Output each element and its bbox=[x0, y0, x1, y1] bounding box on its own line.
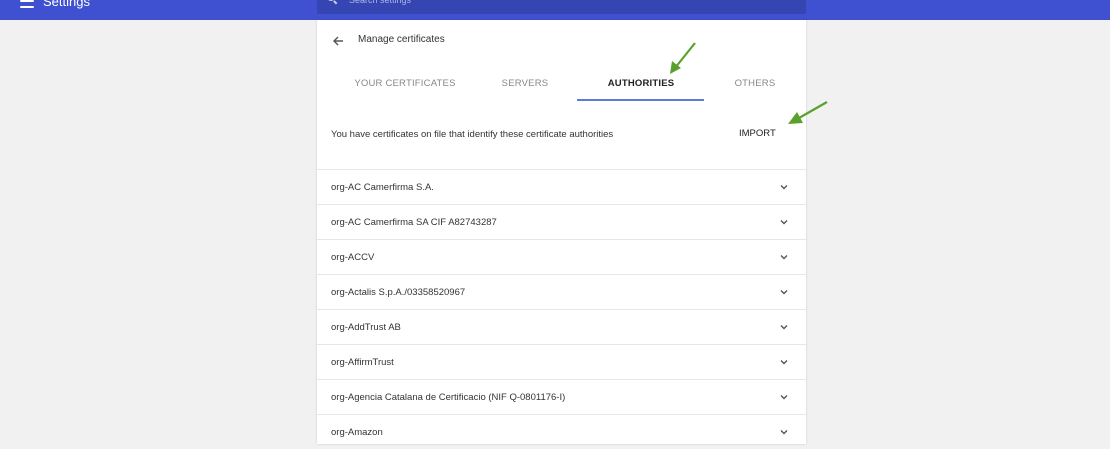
certificate-tabs: YOUR CERTIFICATES SERVERS AUTHORITIES OT… bbox=[317, 72, 806, 101]
list-item[interactable]: org-AC Camerfirma S.A. bbox=[317, 169, 806, 204]
green-arrow-annotation bbox=[670, 42, 696, 74]
list-item[interactable]: org-AC Camerfirma SA CIF A82743287 bbox=[317, 204, 806, 239]
authorities-description: You have certificates on file that ident… bbox=[331, 129, 614, 140]
green-arrow-annotation bbox=[788, 101, 828, 124]
arrow-back-icon[interactable] bbox=[331, 34, 345, 48]
chevron-down-icon[interactable] bbox=[778, 287, 790, 297]
page-title: Manage certificates bbox=[358, 34, 445, 45]
app-title: Settings bbox=[43, 0, 90, 9]
chevron-down-icon[interactable] bbox=[778, 357, 790, 367]
list-item[interactable]: org-ACCV bbox=[317, 239, 806, 274]
authority-name: org-AC Camerfirma S.A. bbox=[331, 182, 434, 193]
authority-name: org-AC Camerfirma SA CIF A82743287 bbox=[331, 217, 497, 228]
manage-certificates-panel: Manage certificates YOUR CERTIFICATES SE… bbox=[317, 20, 806, 444]
list-item[interactable]: org-Agencia Catalana de Certificacio (NI… bbox=[317, 379, 806, 414]
list-item[interactable]: org-AffirmTrust bbox=[317, 344, 806, 379]
authority-name: org-Amazon bbox=[331, 427, 383, 438]
authority-name: org-Actalis S.p.A./03358520967 bbox=[331, 287, 466, 298]
search-bar[interactable] bbox=[317, 0, 806, 14]
authority-name: org-ACCV bbox=[331, 252, 375, 263]
tab-authorities[interactable]: AUTHORITIES bbox=[603, 78, 679, 89]
authorities-list: org-AC Camerfirma S.A. org-AC Camerfirma … bbox=[317, 169, 806, 449]
list-item[interactable]: org-AddTrust AB bbox=[317, 309, 806, 344]
chevron-down-icon[interactable] bbox=[778, 427, 790, 437]
chevron-down-icon[interactable] bbox=[778, 252, 790, 262]
tab-your-certificates[interactable]: YOUR CERTIFICATES bbox=[351, 78, 459, 89]
search-icon bbox=[327, 0, 335, 1]
authority-name: org-Agencia Catalana de Certificacio (NI… bbox=[331, 392, 566, 403]
chevron-down-icon[interactable] bbox=[778, 322, 790, 332]
tab-servers[interactable]: SERVERS bbox=[497, 78, 553, 89]
chevron-down-icon[interactable] bbox=[778, 392, 790, 402]
tab-others[interactable]: OTHERS bbox=[730, 78, 780, 89]
authority-name: org-AffirmTrust bbox=[331, 357, 394, 368]
chevron-down-icon[interactable] bbox=[778, 217, 790, 227]
import-button[interactable]: IMPORT bbox=[739, 128, 776, 139]
search-input[interactable] bbox=[349, 0, 649, 6]
active-tab-indicator bbox=[577, 99, 704, 101]
chevron-down-icon[interactable] bbox=[778, 182, 790, 192]
list-item[interactable]: org-Actalis S.p.A./03358520967 bbox=[317, 274, 806, 309]
authority-name: org-AddTrust AB bbox=[331, 322, 401, 333]
menu-icon[interactable] bbox=[20, 0, 34, 8]
